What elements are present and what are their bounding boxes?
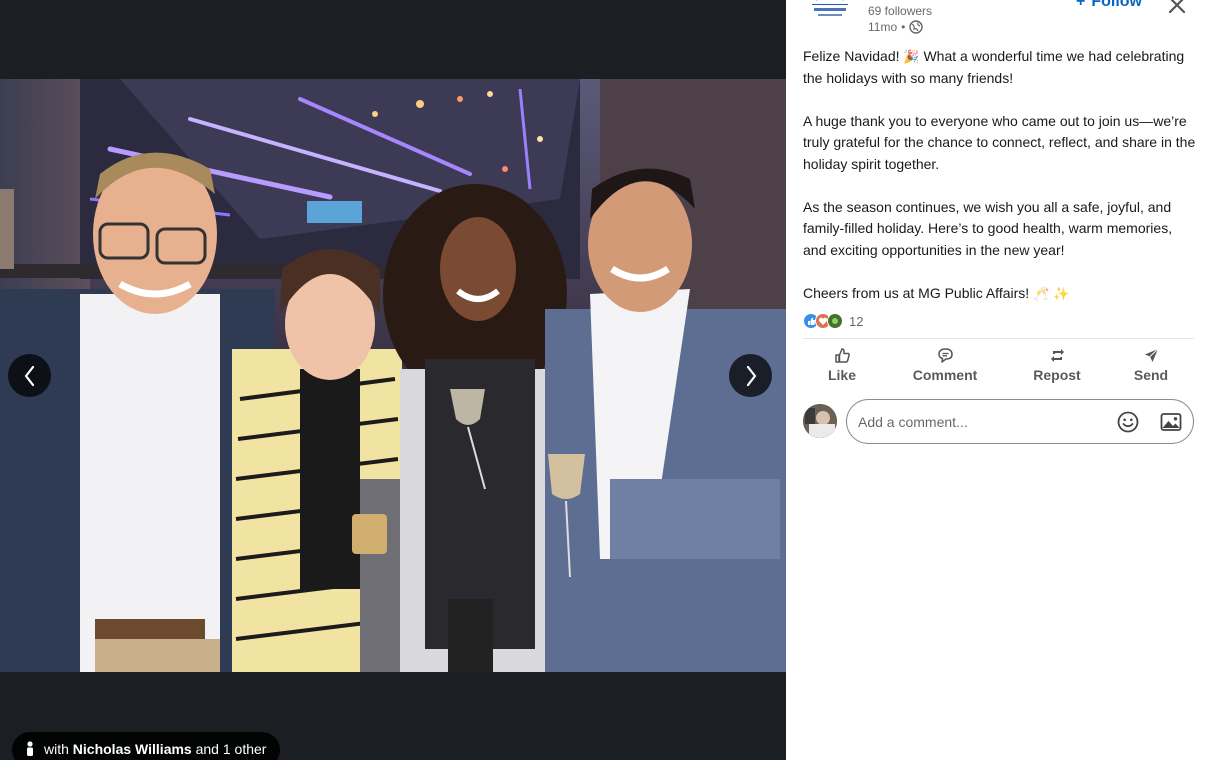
tag-suffix[interactable]: and 1 other: [196, 741, 267, 757]
user-avatar[interactable]: [803, 404, 837, 438]
company-logo[interactable]: [806, 0, 854, 22]
post-time[interactable]: 11mo: [868, 20, 897, 34]
post-body: Felize Navidad! 🎉 What a wonderful time …: [803, 46, 1198, 326]
send-button[interactable]: Send: [1119, 342, 1183, 390]
chevron-left-icon: [24, 365, 34, 386]
post-panel: 69 followers 11mo • + Follow Felize Navi…: [786, 0, 1206, 760]
follow-button[interactable]: + Follow: [1076, 0, 1142, 11]
like-label: Like: [827, 367, 856, 383]
social-actions-bar: Like Comment Repost Send: [803, 342, 1194, 392]
follow-label: Follow: [1091, 0, 1142, 10]
post-photo[interactable]: [0, 79, 786, 672]
post-paragraph-3: As the season continues, we wish you all…: [803, 198, 1173, 258]
post-paragraph-1: Felize Navidad! 🎉 What a wonderful time …: [803, 46, 1198, 89]
globe-icon: [909, 20, 924, 34]
meta-separator: •: [901, 20, 906, 34]
comment-box: [846, 399, 1194, 444]
person-icon: [27, 741, 33, 756]
send-icon: [1144, 348, 1158, 362]
reactions-summary[interactable]: 12: [803, 312, 863, 330]
p4-text: Cheers from us at MG Public Affairs!: [803, 284, 1030, 301]
plus-icon: +: [1076, 0, 1086, 10]
comment-button[interactable]: Comment: [897, 342, 993, 390]
cheers-emoji: 🥂: [1033, 285, 1050, 301]
follower-count: 69 followers: [868, 4, 933, 18]
party-emoji: 🎉: [903, 49, 920, 64]
comment-input[interactable]: [858, 411, 1108, 433]
tagged-person-name[interactable]: Nicholas Williams: [73, 741, 192, 757]
media-viewer: with Nicholas Williams and 1 other: [0, 0, 786, 760]
repost-button[interactable]: Repost: [1012, 342, 1102, 390]
tag-text: with Nicholas Williams and 1 other: [44, 741, 266, 757]
repost-icon: [1050, 349, 1064, 362]
send-label: Send: [1133, 367, 1169, 383]
like-button[interactable]: Like: [811, 342, 873, 390]
like-icon: [834, 348, 850, 363]
sparkles-emoji: ✨: [1053, 285, 1070, 301]
comment-icon: [937, 348, 953, 363]
comment-composer: [803, 399, 1194, 445]
chevron-right-icon: [746, 365, 756, 386]
image-icon[interactable]: [1159, 410, 1183, 434]
comment-label: Comment: [912, 367, 978, 383]
linkedin-post-modal: with Nicholas Williams and 1 other 69 fo…: [0, 0, 1206, 760]
post-meta: 11mo •: [868, 20, 924, 34]
close-icon[interactable]: [1166, 0, 1188, 16]
post-paragraph-2: A huge thank you to everyone who came ou…: [803, 112, 1196, 172]
next-image-button[interactable]: [729, 354, 772, 397]
support-reaction-icon: [827, 313, 843, 329]
emoji-icon[interactable]: [1116, 410, 1140, 434]
post-header: 69 followers 11mo • + Follow: [786, 0, 1206, 44]
tag-prefix: with: [44, 741, 69, 757]
reaction-count: 12: [849, 313, 864, 329]
post-paragraph-4: Cheers from us at MG Public Affairs! 🥂 ✨: [803, 283, 1198, 305]
previous-image-button[interactable]: [8, 354, 51, 397]
p1-text-start: Felize Navidad!: [803, 48, 900, 64]
tagged-people-pill[interactable]: with Nicholas Williams and 1 other: [12, 732, 281, 760]
repost-label: Repost: [1033, 367, 1081, 383]
actions-divider: [803, 338, 1194, 339]
